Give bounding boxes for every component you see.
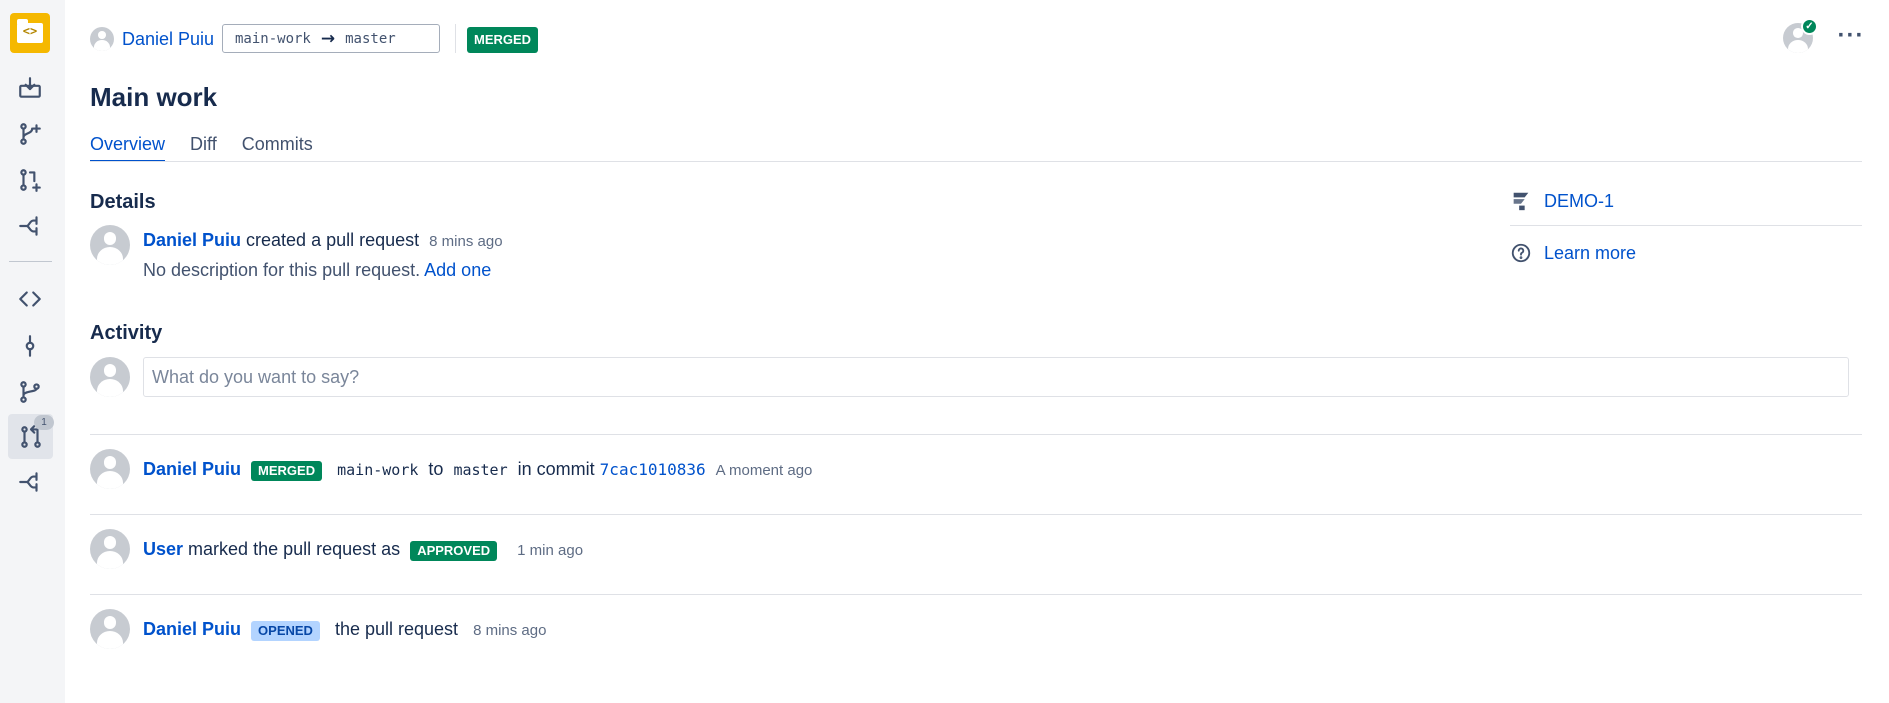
page-title: Main work (90, 82, 218, 112)
approved-check-icon: ✓ (1801, 18, 1818, 35)
avatar (90, 225, 130, 265)
activity-text: marked the pull request as (188, 539, 401, 559)
list-item: Daniel Puiu MERGED main-work to master i… (143, 457, 812, 483)
description-text: No description for this pull request. (143, 260, 421, 280)
target-branch: master (453, 461, 508, 479)
add-description-link[interactable]: Add one (424, 260, 491, 280)
activity-user-link[interactable]: User (143, 539, 183, 559)
status-badge: MERGED (467, 27, 539, 53)
create-pull-request-icon[interactable] (14, 164, 46, 196)
source-icon[interactable] (14, 283, 46, 315)
activity-timestamp: A moment ago (715, 462, 813, 479)
header-divider (455, 24, 456, 53)
details-heading: Details (90, 191, 156, 213)
more-actions-button[interactable]: ··· (1836, 24, 1866, 54)
approved-badge: APPROVED (410, 541, 498, 561)
comment-input[interactable] (143, 357, 1849, 397)
tab-commits[interactable]: Commits (242, 132, 313, 162)
target-branch: master (345, 30, 396, 47)
tab-underline (90, 161, 1862, 162)
list-item: Daniel Puiu OPENED the pull request 8 mi… (143, 617, 546, 643)
forks-icon[interactable] (14, 466, 46, 498)
jira-issue-item[interactable]: DEMO-1 (1510, 181, 1860, 221)
activity-divider (90, 594, 1862, 595)
details-description-line: No description for this pull request. Ad… (143, 258, 491, 282)
activity-user-link[interactable]: Daniel Puiu (143, 459, 241, 479)
right-panel-divider (1510, 225, 1862, 226)
avatar (90, 357, 130, 397)
logo-code-glyph: <> (22, 24, 38, 38)
in-commit-text: in commit (517, 459, 595, 479)
jira-icon (1513, 192, 1529, 211)
pull-requests-count-badge: 1 (34, 415, 54, 430)
details-timestamp: 8 mins ago (429, 233, 503, 250)
to-text: to (428, 459, 444, 479)
list-item: User marked the pull request as APPROVED… (143, 537, 583, 563)
activity-timestamp: 1 min ago (517, 542, 584, 559)
source-branch: main-work (337, 461, 419, 479)
tab-overview[interactable]: Overview (90, 132, 166, 162)
merged-badge: MERGED (251, 461, 323, 481)
author-name-link[interactable]: Daniel Puiu (122, 27, 214, 51)
clone-icon[interactable] (14, 72, 46, 104)
learn-more-link[interactable]: Learn more (1544, 243, 1636, 264)
folder-icon: <> (17, 19, 43, 43)
branch-summary: main-work → master (222, 24, 440, 53)
details-action-text: created a pull request (246, 230, 420, 250)
avatar (90, 449, 130, 489)
opened-badge: OPENED (251, 621, 320, 641)
source-branch: main-work (235, 30, 311, 47)
tab-bar: Overview Diff Commits (90, 132, 338, 162)
sidebar-divider (9, 261, 52, 262)
activity-heading: Activity (90, 322, 163, 344)
author-avatar (90, 27, 114, 51)
details-created-line: Daniel Puiu created a pull request 8 min… (143, 228, 503, 254)
fork-icon[interactable] (14, 210, 46, 242)
create-branch-icon[interactable] (14, 118, 46, 150)
arrow-right-icon: → (320, 28, 336, 49)
avatar (90, 529, 130, 569)
branches-icon[interactable] (14, 376, 46, 408)
learn-more-item[interactable]: Learn more (1510, 233, 1860, 273)
repository-logo[interactable]: <> (10, 13, 50, 53)
activity-user-link[interactable]: Daniel Puiu (143, 619, 241, 639)
avatar (90, 609, 130, 649)
help-icon (1511, 243, 1531, 263)
jira-issue-link[interactable]: DEMO-1 (1544, 191, 1614, 212)
activity-divider (90, 514, 1862, 515)
commits-icon[interactable] (14, 330, 46, 362)
sidebar: <> 1 (0, 0, 65, 703)
tab-diff[interactable]: Diff (190, 132, 217, 162)
commit-hash-link[interactable]: 7cac1010836 (600, 460, 706, 479)
activity-timestamp: 8 mins ago (473, 622, 547, 639)
activity-divider (90, 434, 1862, 435)
details-author-link[interactable]: Daniel Puiu (143, 230, 241, 250)
activity-text: the pull request (334, 619, 459, 639)
